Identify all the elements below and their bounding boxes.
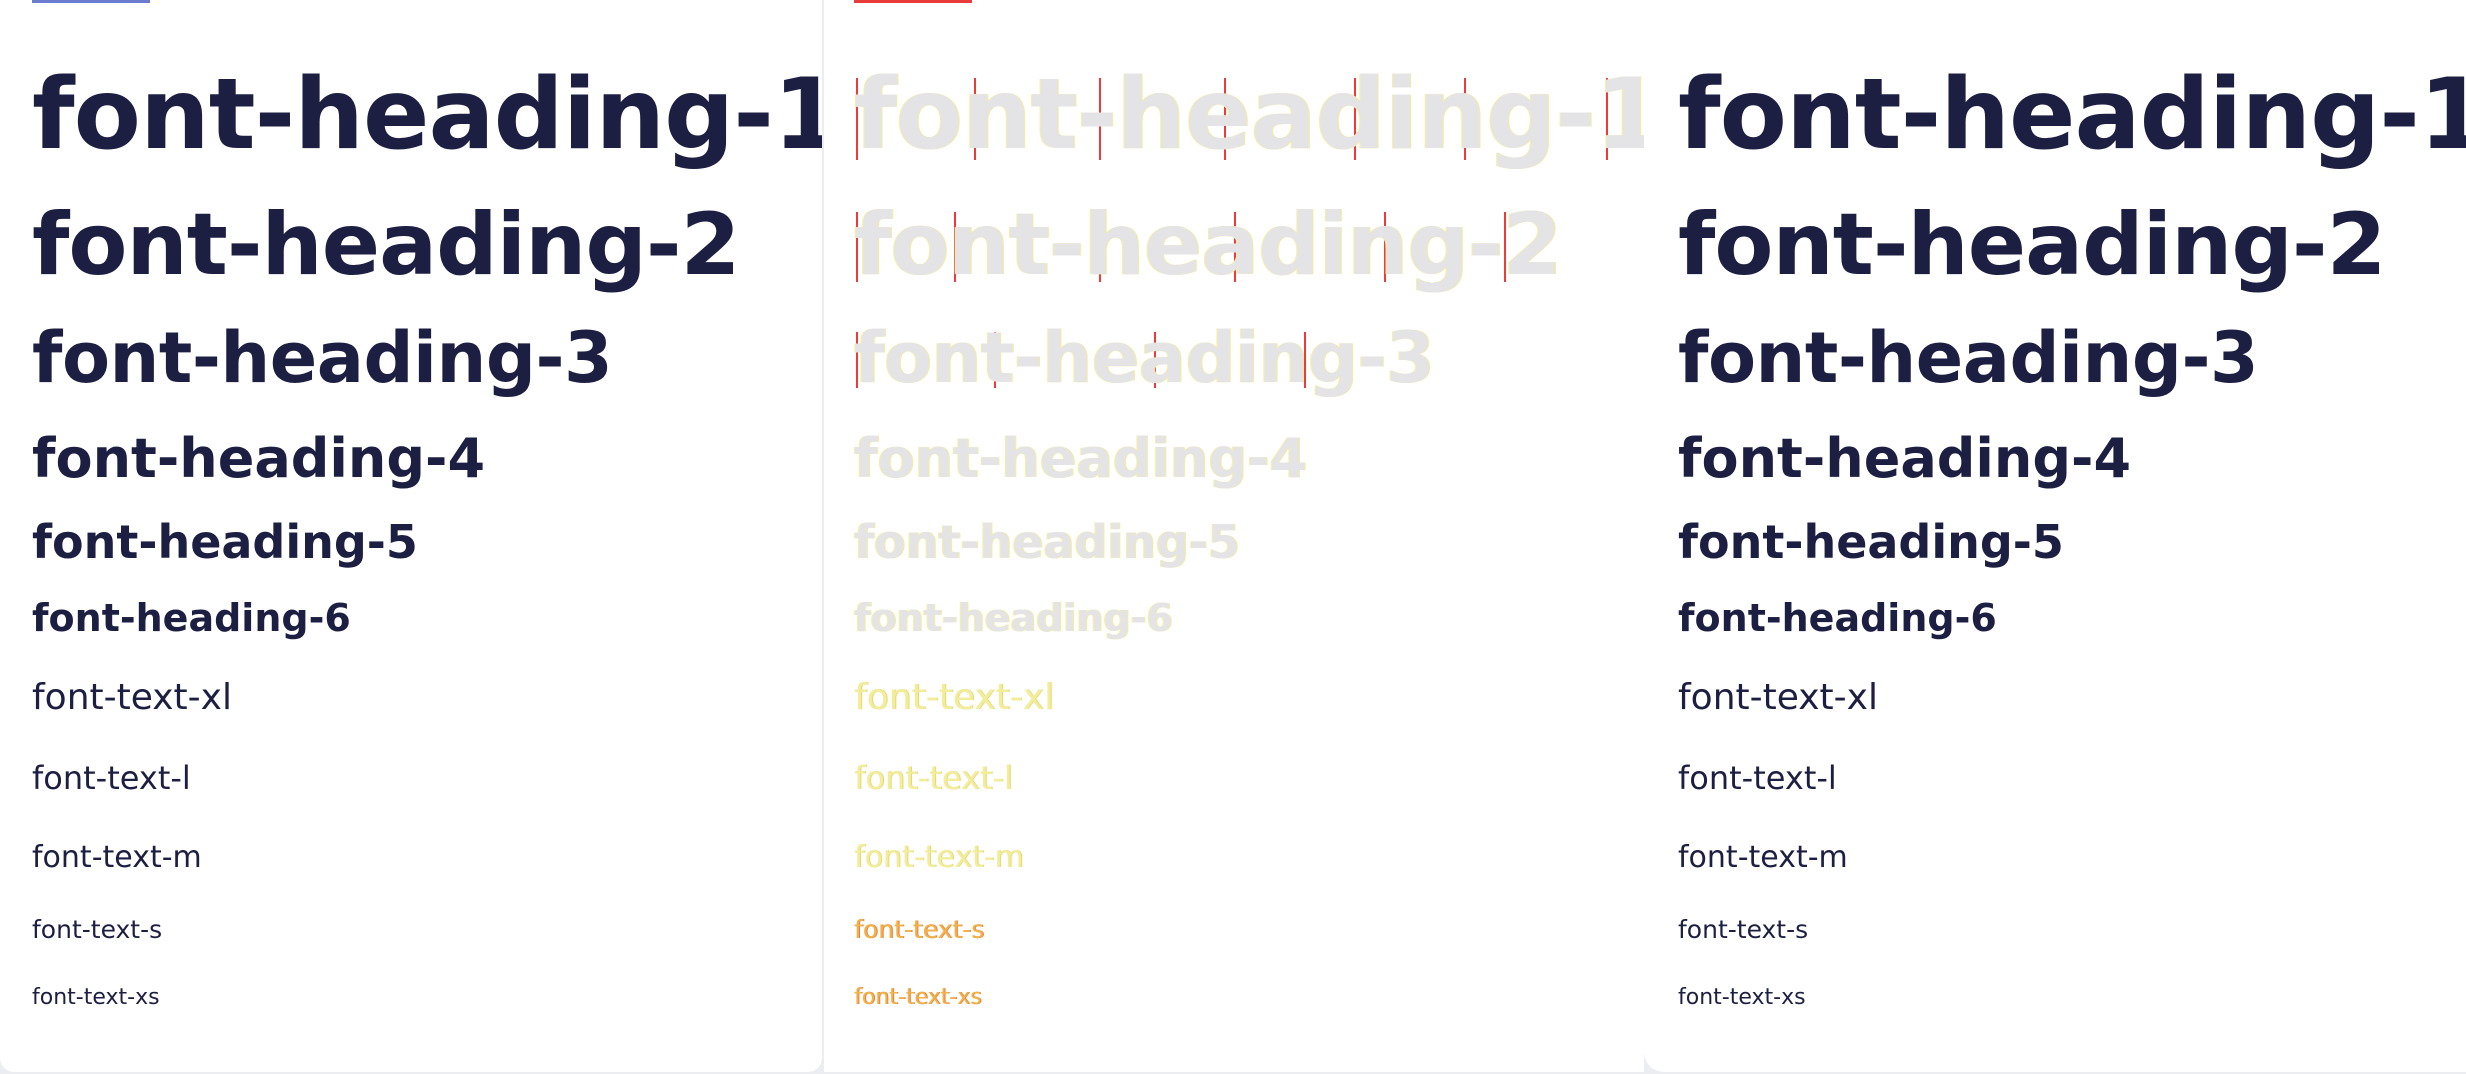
heading-3-sample: font-heading-3: [32, 317, 613, 399]
heading-2-sample: font-heading-2: [1678, 195, 2386, 295]
text-m-sample: font-text-m: [854, 840, 1024, 875]
heading-1-sample: font-heading-1: [1678, 58, 2466, 172]
text-m-sample: font-text-m: [1678, 840, 1848, 875]
text-m-sample: font-text-m: [32, 840, 202, 875]
text-l-sample: font-text-l: [32, 759, 191, 797]
heading-4-sample: font-heading-4: [1678, 427, 2132, 490]
heading-6-sample: font-heading-6: [854, 596, 1173, 640]
text-xl-sample: font-text-xl: [854, 677, 1054, 718]
text-xs-sample: font-text-xs: [32, 985, 160, 1010]
reference-tab-indicator: [32, 0, 150, 3]
heading-1-sample: font-heading-1: [32, 58, 822, 172]
heading-2-sample: font-heading-2: [854, 195, 1562, 295]
comparison-view: font-heading-1 font-heading-2 font-headi…: [0, 0, 2466, 1074]
heading-5-sample: font-heading-5: [32, 515, 418, 569]
heading-3-sample: font-heading-3: [854, 317, 1435, 399]
text-s-sample: font-text-s: [32, 915, 163, 944]
diff-tab-indicator: [854, 0, 972, 3]
text-s-sample: font-text-s: [854, 915, 985, 944]
text-xs-sample: font-text-xs: [1678, 985, 1806, 1010]
text-l-sample: font-text-l: [1678, 759, 1837, 797]
text-xl-sample: font-text-xl: [1678, 677, 1878, 718]
heading-5-sample: font-heading-5: [854, 515, 1240, 569]
reference-panel: font-heading-1 font-heading-2 font-headi…: [0, 0, 822, 1072]
heading-5-sample: font-heading-5: [1678, 515, 2064, 569]
heading-6-sample: font-heading-6: [32, 596, 351, 640]
heading-1-sample: font-heading-1: [854, 58, 1644, 172]
heading-4-sample: font-heading-4: [32, 427, 486, 490]
heading-2-sample: font-heading-2: [32, 195, 740, 295]
diff-panel: font-heading-1 font-heading-2 font-headi…: [824, 0, 1644, 1072]
heading-6-sample: font-heading-6: [1678, 596, 1997, 640]
heading-4-sample: font-heading-4: [854, 427, 1308, 490]
candidate-panel: font-heading-1 font-heading-2 font-headi…: [1644, 0, 2466, 1072]
heading-3-sample: font-heading-3: [1678, 317, 2259, 399]
text-xs-sample: font-text-xs: [854, 985, 982, 1010]
text-xl-sample: font-text-xl: [32, 677, 232, 718]
text-l-sample: font-text-l: [854, 759, 1013, 797]
text-s-sample: font-text-s: [1678, 915, 1809, 944]
